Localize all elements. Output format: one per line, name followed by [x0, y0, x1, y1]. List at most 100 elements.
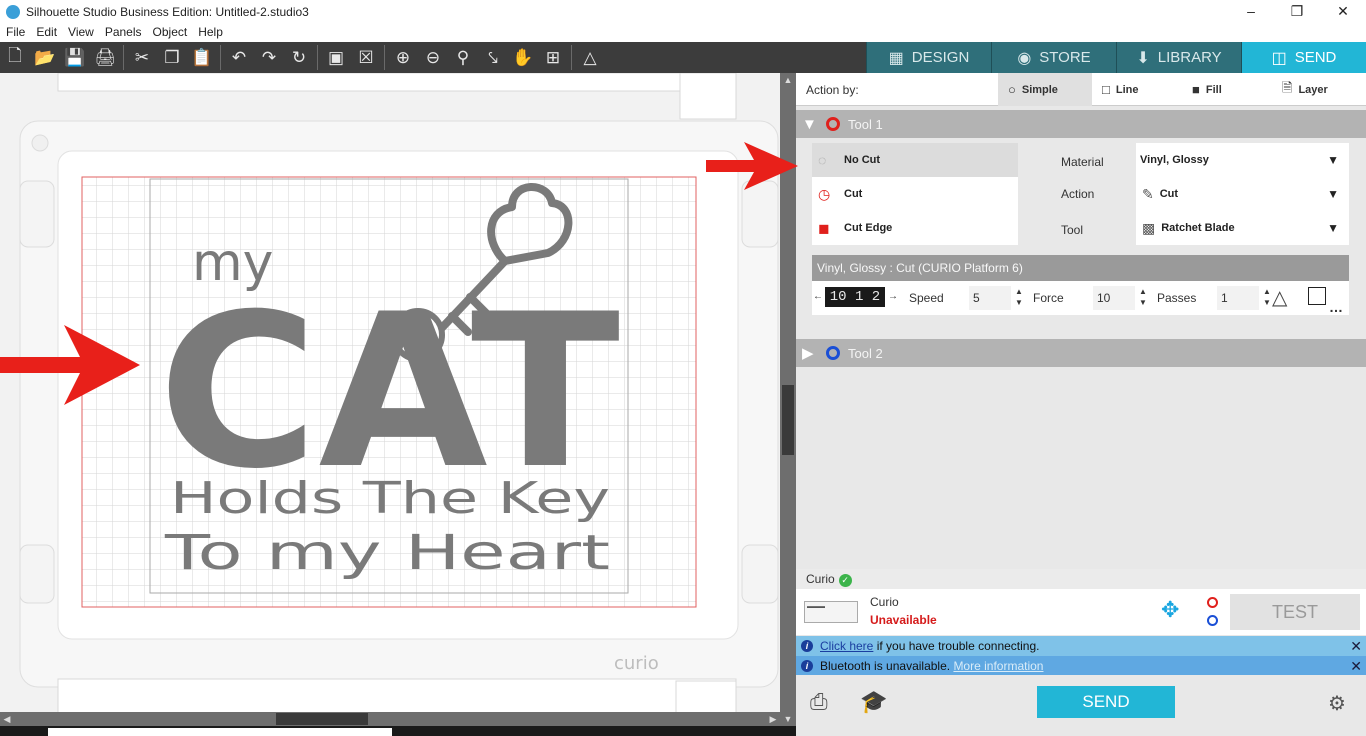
- scroll-right-icon[interactable]: ▶: [766, 712, 780, 726]
- action-simple-tab[interactable]: ○ Simple: [998, 73, 1092, 106]
- send-footer: ⎙ 🎓 SEND ⚙: [796, 675, 1366, 736]
- zoom-out-icon[interactable]: ⊖: [418, 42, 448, 73]
- action-layer-tab[interactable]: 🗎 Layer: [1272, 73, 1366, 106]
- menu-view[interactable]: View: [62, 24, 99, 42]
- no-cut-icon: ◌: [818, 152, 827, 168]
- passes-input[interactable]: 1: [1217, 286, 1259, 310]
- menu-bar: File Edit View Panels Object Help: [0, 24, 1366, 42]
- design-store-icon[interactable]: △: [575, 42, 605, 73]
- action-fill-label: Fill: [1205, 83, 1222, 96]
- material-value: Vinyl, Glossy: [1140, 154, 1209, 166]
- window-controls: – ❐ ✕: [1228, 0, 1366, 24]
- close-button[interactable]: ✕: [1320, 0, 1366, 24]
- move-arrows-icon[interactable]: ✥: [1161, 597, 1179, 623]
- force-stepper-icon[interactable]: ▲ ▼: [1139, 286, 1147, 308]
- blade-decrease-icon[interactable]: ←: [813, 291, 823, 302]
- undo-icon[interactable]: ↶: [224, 42, 254, 73]
- close-notice-icon[interactable]: ✕: [1350, 656, 1362, 676]
- action-line-label: Line: [1115, 83, 1139, 96]
- force-label: Force: [1033, 291, 1064, 305]
- select-all-icon[interactable]: ▣: [321, 42, 351, 73]
- tab-store-label: STORE: [1039, 49, 1091, 66]
- restore-button[interactable]: ❐: [1274, 0, 1320, 24]
- drag-zoom-icon[interactable]: ⤥: [478, 42, 508, 73]
- layer-page-icon: 🗎: [1282, 79, 1293, 95]
- canvas-horizontal-scrollbar[interactable]: ◀ ▶: [0, 712, 780, 726]
- tab-design-label: DESIGN: [911, 49, 970, 66]
- copy-icon[interactable]: ❐: [157, 42, 187, 73]
- deselect-icon[interactable]: ☒: [351, 42, 381, 73]
- blade-depth-display: 10 1 2: [825, 287, 885, 307]
- more-information-link[interactable]: More information: [953, 659, 1043, 673]
- force-input[interactable]: 10: [1093, 286, 1135, 310]
- cut-mode-cut-label: Cut: [844, 188, 863, 200]
- menu-object[interactable]: Object: [147, 24, 193, 42]
- ratchet-blade-icon: ▩: [1142, 219, 1156, 236]
- scroll-up-icon[interactable]: ▲: [780, 73, 796, 87]
- cut-mode-cut[interactable]: ◷ Cut: [812, 177, 1018, 211]
- expand-triangle-icon[interactable]: ▶: [802, 344, 820, 362]
- close-notice-icon[interactable]: ✕: [1350, 636, 1362, 656]
- tab-design[interactable]: ▦ DESIGN: [866, 42, 991, 73]
- tool1-header[interactable]: ▼ Tool 1: [796, 110, 1366, 138]
- material-select[interactable]: Vinyl, Glossy ▼: [1136, 143, 1349, 177]
- print-icon[interactable]: 🖨: [90, 42, 120, 73]
- cut-mode-cut-edge[interactable]: ◼ Cut Edge: [812, 211, 1018, 245]
- test-button[interactable]: TEST: [1230, 594, 1360, 630]
- tool2-header[interactable]: ▶ Tool 2: [796, 339, 1366, 367]
- device-status-row: ▬▬▬ Curio Unavailable ✥ TEST: [796, 589, 1366, 635]
- passes-stepper-icon[interactable]: ▲ ▼: [1263, 286, 1271, 308]
- open-folder-icon[interactable]: 📂: [30, 42, 60, 73]
- cutting-mat: my CAT Holds The Key To my Heart curio: [0, 73, 779, 713]
- tool2-name: Tool 2: [848, 345, 883, 361]
- click-here-link[interactable]: Click here: [820, 639, 873, 653]
- cut-mode-no-cut[interactable]: ◌ No Cut: [812, 143, 1018, 177]
- vertical-scroll-thumb[interactable]: [782, 385, 794, 455]
- tab-library[interactable]: ⬇ LIBRARY: [1116, 42, 1241, 73]
- collapse-triangle-icon[interactable]: ▼: [802, 116, 820, 133]
- toolbar-divider: [571, 45, 572, 70]
- pan-hand-icon[interactable]: ✋: [508, 42, 538, 73]
- fit-to-page-icon[interactable]: ⊞: [538, 42, 568, 73]
- check-circle-icon: ✓: [838, 574, 852, 587]
- cut-mode-no-cut-label: No Cut: [844, 154, 881, 166]
- overcut-triangle-icon[interactable]: △: [1272, 285, 1287, 310]
- speed-input[interactable]: 5: [969, 286, 1011, 310]
- tab-send[interactable]: ◫ SEND: [1241, 42, 1366, 73]
- redraw-icon[interactable]: ↻: [284, 42, 314, 73]
- cut-scissors-icon[interactable]: ✂: [127, 42, 157, 73]
- line-segment-square-icon[interactable]: [1308, 287, 1326, 305]
- horizontal-scroll-thumb[interactable]: [276, 713, 368, 725]
- redo-icon[interactable]: ↷: [254, 42, 284, 73]
- speed-stepper-icon[interactable]: ▲ ▼: [1015, 286, 1023, 308]
- tab-store[interactable]: ◉ STORE: [991, 42, 1116, 73]
- tool2-indicator-icon: [1207, 615, 1218, 626]
- more-options-icon[interactable]: …: [1329, 299, 1343, 315]
- save-icon[interactable]: 💾: [60, 42, 90, 73]
- zoom-select-icon[interactable]: ⚲: [448, 42, 478, 73]
- paste-icon[interactable]: 📋: [187, 42, 217, 73]
- menu-help[interactable]: Help: [192, 24, 228, 42]
- minimize-button[interactable]: –: [1228, 0, 1274, 24]
- tutorial-cap-icon[interactable]: 🎓: [860, 689, 887, 715]
- blade-increase-icon[interactable]: →: [888, 291, 898, 302]
- action-fill-tab[interactable]: ■ Fill: [1182, 73, 1272, 106]
- cutter-queue-icon[interactable]: ⎙: [810, 689, 828, 715]
- mat-brand-label: curio: [614, 653, 659, 674]
- toolbar-divider: [384, 45, 385, 70]
- gear-icon[interactable]: ⚙: [1328, 691, 1346, 716]
- cut-settings-row: ← 10 1 2 → Speed 5 ▲ ▼ Force 10 ▲ ▼ Passes…: [812, 281, 1349, 315]
- action-select[interactable]: ✎ Cut ▼: [1136, 177, 1349, 211]
- menu-file[interactable]: File: [0, 24, 30, 42]
- design-canvas[interactable]: my CAT Holds The Key To my Heart curio: [0, 73, 780, 713]
- send-panel: Action by: ○ Simple □ Line ■ Fill 🗎 Laye…: [796, 73, 1366, 736]
- zoom-in-icon[interactable]: ⊕: [388, 42, 418, 73]
- menu-edit[interactable]: Edit: [30, 24, 62, 42]
- send-button[interactable]: SEND: [1037, 686, 1175, 718]
- tool-select[interactable]: ▩ Ratchet Blade ▼: [1136, 211, 1349, 245]
- scroll-down-icon[interactable]: ▼: [780, 712, 796, 726]
- menu-panels[interactable]: Panels: [99, 24, 147, 42]
- scroll-left-icon[interactable]: ◀: [0, 712, 14, 726]
- new-document-icon[interactable]: 🗋: [0, 42, 30, 73]
- action-line-tab[interactable]: □ Line: [1092, 73, 1182, 106]
